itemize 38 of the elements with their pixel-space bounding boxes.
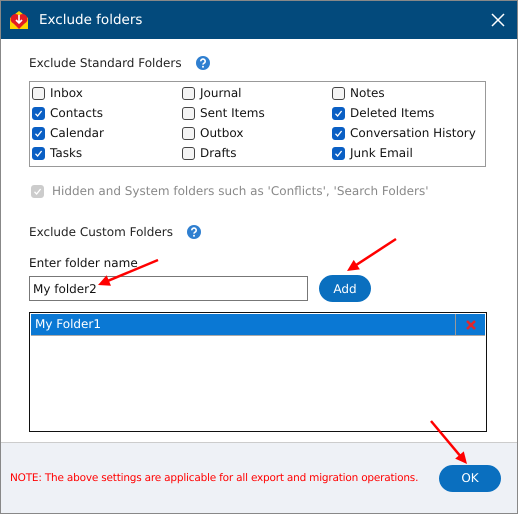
folder-checkbox[interactable]: Sent Items [182, 103, 332, 123]
folder-checkbox[interactable]: Inbox [32, 83, 182, 103]
field-label: Enter folder name [29, 256, 139, 270]
note-text: NOTE: The above settings are applicable for all export and migration operations. [10, 472, 418, 484]
check-icon [34, 148, 43, 158]
folder-checkbox[interactable]: Journal [182, 83, 332, 103]
folder-checkbox[interactable]: Calendar [32, 123, 182, 143]
folder-checkbox[interactable]: Outbox [182, 123, 332, 143]
checkbox-label: Hidden and System folders such as 'Conflicts', 'Search Folders' [52, 184, 429, 198]
annotation-arrow [98, 258, 158, 286]
folder-checkbox[interactable]: Deleted Items [332, 103, 485, 123]
annotation-arrow [347, 238, 397, 271]
folder-checkbox[interactable]: Notes [332, 83, 485, 103]
check-icon [34, 108, 43, 118]
check-icon [33, 186, 42, 196]
folder-checkbox[interactable]: Contacts [32, 103, 182, 123]
check-icon [334, 148, 343, 158]
window-title: Exclude folders [39, 12, 144, 28]
help-icon[interactable] [196, 56, 210, 70]
folder-checkbox[interactable]: Junk Email [332, 143, 485, 163]
ok-button[interactable]: OK [439, 464, 501, 492]
app-logo-icon [8, 9, 30, 31]
help-icon[interactable] [186, 225, 201, 239]
check-icon [334, 128, 343, 138]
folder-checkbox[interactable]: Conversation History [332, 123, 485, 143]
section-heading: Exclude Custom Folders [29, 225, 173, 239]
close-button[interactable] [489, 11, 507, 29]
list-item[interactable]: My Folder1 [31, 314, 485, 336]
check-icon [34, 128, 43, 138]
add-button[interactable]: Add [319, 275, 371, 302]
section-heading: Exclude Standard Folders [29, 56, 182, 70]
folder-checkbox[interactable]: Drafts [182, 143, 332, 163]
folder-checkbox[interactable]: Tasks [32, 143, 182, 163]
check-icon [334, 108, 343, 118]
folder-name-field[interactable]: My folder2 [29, 276, 308, 301]
annotation-arrow [430, 420, 467, 464]
item-text: My Folder1 [34, 316, 102, 333]
delete-icon [464, 318, 476, 330]
